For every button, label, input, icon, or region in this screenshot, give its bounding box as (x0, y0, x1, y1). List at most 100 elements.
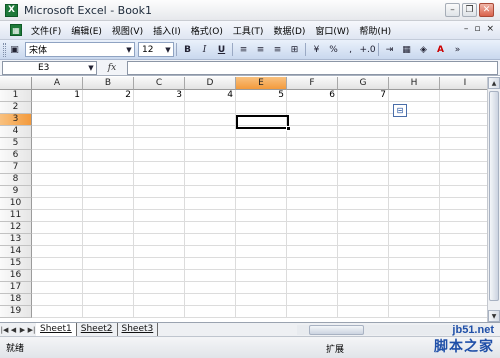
cell-d19[interactable] (185, 306, 236, 318)
excel-app-icon[interactable]: X (5, 3, 18, 17)
cell-a14[interactable] (32, 246, 83, 258)
cell-d4[interactable] (185, 126, 236, 138)
cell-i19[interactable] (440, 306, 491, 318)
cell-c15[interactable] (134, 258, 185, 270)
cell-c6[interactable] (134, 150, 185, 162)
cell-c11[interactable] (134, 210, 185, 222)
cell-e16[interactable] (236, 270, 287, 282)
formula-input[interactable] (127, 60, 498, 75)
cell-d7[interactable] (185, 162, 236, 174)
cell-i4[interactable] (440, 126, 491, 138)
cell-g17[interactable] (338, 282, 389, 294)
cell-a19[interactable] (32, 306, 83, 318)
cell-e10[interactable] (236, 198, 287, 210)
percent-button[interactable]: % (326, 42, 341, 57)
cell-i7[interactable] (440, 162, 491, 174)
cell-a13[interactable] (32, 234, 83, 246)
chevron-down-icon[interactable]: ▼ (86, 62, 96, 74)
column-header-c[interactable]: C (134, 77, 185, 90)
menu-view[interactable]: 视图(V) (107, 24, 148, 37)
cell-c3[interactable] (134, 114, 185, 126)
cell-g12[interactable] (338, 222, 389, 234)
cell-g3[interactable] (338, 114, 389, 126)
cell-c14[interactable] (134, 246, 185, 258)
cell-f7[interactable] (287, 162, 338, 174)
toolbar-options-icon[interactable]: » (450, 42, 465, 57)
cell-a2[interactable] (32, 102, 83, 114)
cell-f15[interactable] (287, 258, 338, 270)
fill-handle[interactable] (286, 126, 291, 131)
cell-b11[interactable] (83, 210, 134, 222)
row-header[interactable]: 9 (0, 186, 32, 198)
cell-i14[interactable] (440, 246, 491, 258)
bold-button[interactable]: B (180, 42, 195, 57)
sheet-tab-sheet1[interactable]: Sheet1 (36, 323, 77, 336)
menu-file[interactable]: 文件(F) (26, 24, 66, 37)
cell-e13[interactable] (236, 234, 287, 246)
cell-i8[interactable] (440, 174, 491, 186)
doc-minimize-button[interactable]: – (464, 24, 469, 34)
row-header[interactable]: 10 (0, 198, 32, 210)
cell-h12[interactable] (389, 222, 440, 234)
align-left-icon[interactable]: ≡ (236, 42, 251, 57)
underline-button[interactable]: U (214, 42, 229, 57)
comma-button[interactable]: , (343, 42, 358, 57)
cell-d16[interactable] (185, 270, 236, 282)
cell-h16[interactable] (389, 270, 440, 282)
doc-close-button[interactable]: × (486, 24, 494, 34)
row-header[interactable]: 5 (0, 138, 32, 150)
cell-e14[interactable] (236, 246, 287, 258)
italic-button[interactable]: I (197, 42, 212, 57)
cell-i2[interactable] (440, 102, 491, 114)
cell-i15[interactable] (440, 258, 491, 270)
cell-d12[interactable] (185, 222, 236, 234)
cell-a3[interactable] (32, 114, 83, 126)
cell-c7[interactable] (134, 162, 185, 174)
cell-f17[interactable] (287, 282, 338, 294)
menu-help[interactable]: 帮助(H) (354, 24, 396, 37)
borders-icon[interactable]: ▦ (399, 42, 414, 57)
cell-h17[interactable] (389, 282, 440, 294)
row-header[interactable]: 1 (0, 90, 32, 102)
cell-f14[interactable] (287, 246, 338, 258)
cell-b8[interactable] (83, 174, 134, 186)
cell-a17[interactable] (32, 282, 83, 294)
cell-f5[interactable] (287, 138, 338, 150)
chevron-down-icon[interactable]: ▼ (124, 43, 134, 56)
cell-a1[interactable]: 1 (32, 90, 83, 102)
cell-e6[interactable] (236, 150, 287, 162)
minimize-button[interactable]: – (445, 3, 460, 17)
name-box[interactable]: E3 ▼ (2, 60, 97, 75)
cell-c1[interactable]: 3 (134, 90, 185, 102)
cell-h5[interactable] (389, 138, 440, 150)
cell-d9[interactable] (185, 186, 236, 198)
cell-g8[interactable] (338, 174, 389, 186)
cell-e12[interactable] (236, 222, 287, 234)
cell-c19[interactable] (134, 306, 185, 318)
cell-e7[interactable] (236, 162, 287, 174)
cell-i9[interactable] (440, 186, 491, 198)
cell-h6[interactable] (389, 150, 440, 162)
cell-g10[interactable] (338, 198, 389, 210)
cell-d10[interactable] (185, 198, 236, 210)
row-header[interactable]: 15 (0, 258, 32, 270)
indent-icon[interactable]: ⇥ (382, 42, 397, 57)
cell-f19[interactable] (287, 306, 338, 318)
cell-e2[interactable] (236, 102, 287, 114)
cell-b4[interactable] (83, 126, 134, 138)
cell-e8[interactable] (236, 174, 287, 186)
cell-e15[interactable] (236, 258, 287, 270)
scroll-up-icon[interactable]: ▲ (488, 77, 500, 89)
row-header[interactable]: 7 (0, 162, 32, 174)
cell-i1[interactable] (440, 90, 491, 102)
cell-a11[interactable] (32, 210, 83, 222)
active-cell-border[interactable] (236, 115, 289, 129)
font-name-select[interactable]: 宋体 ▼ (25, 42, 135, 57)
column-header-d[interactable]: D (185, 77, 236, 90)
cell-c13[interactable] (134, 234, 185, 246)
cell-b19[interactable] (83, 306, 134, 318)
cell-f9[interactable] (287, 186, 338, 198)
cell-h7[interactable] (389, 162, 440, 174)
row-header[interactable]: 8 (0, 174, 32, 186)
cell-e1[interactable]: 5 (236, 90, 287, 102)
